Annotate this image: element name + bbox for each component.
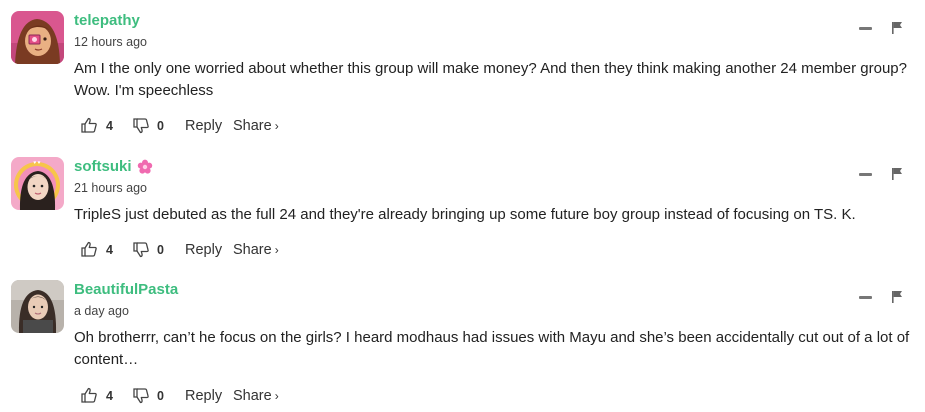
dislike-count: 0 bbox=[157, 119, 164, 133]
comment-text: Oh brotherrr, can’t he focus on the girl… bbox=[74, 329, 910, 368]
flag-icon[interactable] bbox=[891, 290, 903, 304]
timestamp[interactable]: 21 hours ago bbox=[74, 181, 147, 195]
avatar-image bbox=[11, 11, 64, 64]
chevron-right-icon: › bbox=[274, 389, 279, 403]
dislike-count: 0 bbox=[157, 389, 164, 403]
thumbs-down-icon[interactable] bbox=[132, 387, 150, 405]
flag-icon[interactable] bbox=[891, 167, 903, 181]
chevron-right-icon: › bbox=[274, 243, 279, 257]
thumbs-down-icon[interactable] bbox=[132, 117, 150, 135]
username[interactable]: telepathy bbox=[74, 12, 140, 29]
share-label: Share bbox=[233, 388, 272, 404]
comment-text: Am I the only one worried about whether … bbox=[74, 60, 907, 99]
thumbs-up-icon[interactable] bbox=[80, 116, 98, 134]
username[interactable]: BeautifulPasta bbox=[74, 281, 178, 298]
avatar-image bbox=[11, 280, 64, 333]
share-button[interactable]: Share › bbox=[233, 242, 279, 258]
share-label: Share bbox=[233, 118, 272, 134]
thumbs-down-icon[interactable] bbox=[132, 241, 150, 259]
avatar[interactable] bbox=[11, 280, 64, 333]
like-count: 4 bbox=[106, 243, 113, 257]
like-count: 4 bbox=[106, 389, 113, 403]
reply-button[interactable]: Reply bbox=[185, 242, 222, 258]
thumbs-up-icon[interactable] bbox=[80, 240, 98, 258]
chevron-right-icon: › bbox=[274, 119, 279, 133]
avatar-image: ♥ ♥ bbox=[11, 157, 64, 210]
thumbs-up-icon[interactable] bbox=[80, 386, 98, 404]
like-count: 4 bbox=[106, 119, 113, 133]
share-button[interactable]: Share › bbox=[233, 118, 279, 134]
flag-icon[interactable] bbox=[891, 21, 903, 35]
avatar[interactable]: ♥ ♥ bbox=[11, 157, 64, 210]
reply-button[interactable]: Reply bbox=[185, 118, 222, 134]
dislike-count: 0 bbox=[157, 243, 164, 257]
username[interactable]: softsuki bbox=[74, 158, 132, 175]
share-button[interactable]: Share › bbox=[233, 388, 279, 404]
share-label: Share bbox=[233, 242, 272, 258]
avatar[interactable] bbox=[11, 11, 64, 64]
timestamp[interactable]: a day ago bbox=[74, 304, 129, 318]
flower-badge-icon bbox=[137, 159, 153, 174]
minimize-icon[interactable] bbox=[859, 296, 872, 299]
minimize-icon[interactable] bbox=[859, 27, 872, 30]
reply-button[interactable]: Reply bbox=[185, 388, 222, 404]
minimize-icon[interactable] bbox=[859, 173, 872, 176]
timestamp[interactable]: 12 hours ago bbox=[74, 35, 147, 49]
comment-text: TripleS just debuted as the full 24 and … bbox=[74, 206, 856, 223]
svg-text:♥ ♥: ♥ ♥ bbox=[33, 160, 40, 166]
